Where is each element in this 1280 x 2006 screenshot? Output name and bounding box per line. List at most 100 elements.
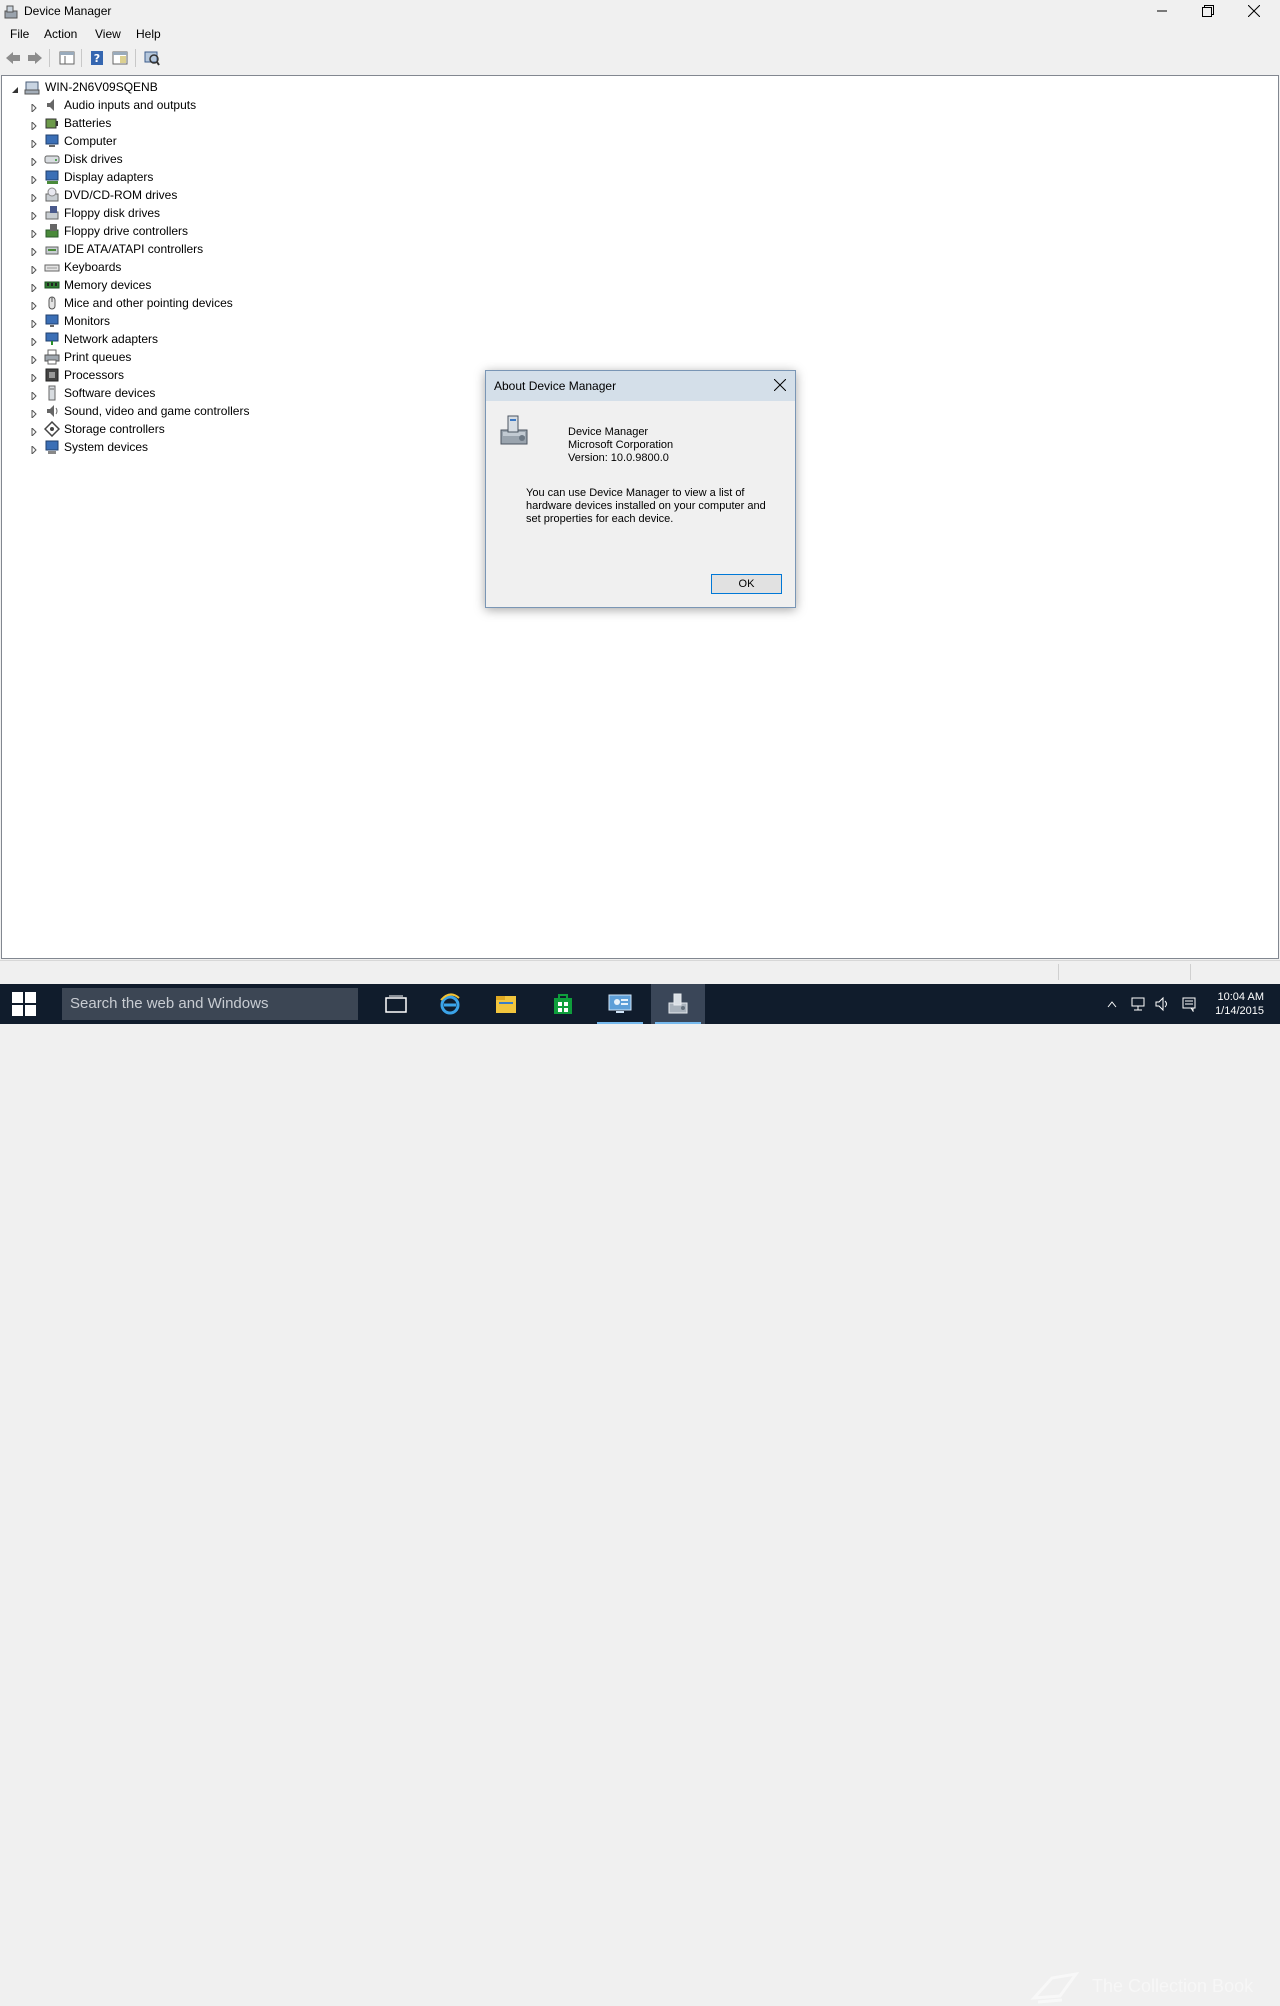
processor-icon xyxy=(44,367,60,383)
task-view-icon[interactable] xyxy=(369,984,423,1024)
svg-text:?: ? xyxy=(94,52,100,65)
expand-arrow-icon[interactable] xyxy=(30,209,38,222)
tree-item[interactable]: Disk drives xyxy=(2,150,402,168)
status-separator xyxy=(1190,964,1191,980)
network-icon[interactable] xyxy=(1130,996,1146,1012)
dvd-drive-icon xyxy=(44,187,60,203)
battery-icon xyxy=(44,115,60,131)
dialog-title: About Device Manager xyxy=(494,379,617,393)
expand-arrow-icon[interactable] xyxy=(30,263,38,276)
keyboard-icon xyxy=(44,259,60,275)
dialog-app-name: Device Manager xyxy=(568,426,649,438)
device-manager-icon xyxy=(499,414,531,448)
menu-file[interactable]: File xyxy=(8,26,31,42)
expand-arrow-icon[interactable] xyxy=(30,353,38,366)
tree-item[interactable]: Mice and other pointing devices xyxy=(2,294,402,312)
watermark: The Collection Book xyxy=(1030,1972,1253,2006)
tree-item[interactable]: Network adapters xyxy=(2,330,402,348)
properties-icon[interactable] xyxy=(58,49,76,67)
device-manager-icon[interactable] xyxy=(651,984,705,1024)
tree-item[interactable]: Computer xyxy=(2,132,402,150)
ide-controller-icon xyxy=(44,241,60,257)
start-button[interactable] xyxy=(0,984,48,1024)
tree-item[interactable]: Floppy disk drives xyxy=(2,204,402,222)
expand-arrow-icon[interactable] xyxy=(30,371,38,384)
tree-item[interactable]: Processors xyxy=(2,366,402,384)
tree-item-label: Batteries xyxy=(64,116,112,130)
tree-item[interactable]: Memory devices xyxy=(2,276,402,294)
expand-arrow-icon[interactable] xyxy=(30,155,38,168)
title-bar: Device Manager xyxy=(0,0,1280,24)
status-separator xyxy=(1058,964,1059,980)
store-icon[interactable] xyxy=(536,984,590,1024)
toolbar: ? xyxy=(0,46,1280,70)
search-input[interactable]: Search the web and Windows xyxy=(62,988,358,1020)
tree-root-node[interactable]: WIN-2N6V09SQENB xyxy=(2,78,402,96)
expand-arrow-icon[interactable] xyxy=(30,101,38,114)
disk-drive-icon xyxy=(44,151,60,167)
menu-view[interactable]: View xyxy=(93,26,123,42)
ok-button[interactable]: OK xyxy=(711,574,782,594)
clock[interactable]: 10:04 AM 1/14/2015 xyxy=(1215,990,1264,1018)
expand-arrow-icon[interactable] xyxy=(30,119,38,132)
forward-arrow-icon[interactable] xyxy=(26,49,44,67)
close-button[interactable] xyxy=(1231,0,1277,22)
expand-arrow-icon[interactable] xyxy=(30,299,38,312)
tree-item[interactable]: Floppy drive controllers xyxy=(2,222,402,240)
device-manager-app-icon xyxy=(4,5,18,19)
tree-item[interactable]: Storage controllers xyxy=(2,420,402,438)
tree-item-label: Memory devices xyxy=(64,278,152,292)
back-arrow-icon[interactable] xyxy=(4,49,22,67)
tree-item-label: Mice and other pointing devices xyxy=(64,296,233,310)
tree-item[interactable]: Software devices xyxy=(2,384,402,402)
dialog-title-bar: About Device Manager xyxy=(486,371,795,401)
scan-hardware-icon[interactable] xyxy=(143,49,161,67)
show-hide-icon[interactable] xyxy=(111,49,129,67)
expand-arrow-icon[interactable] xyxy=(30,317,38,330)
tree-item[interactable]: Keyboards xyxy=(2,258,402,276)
action-center-icon[interactable] xyxy=(1181,996,1197,1012)
tree-item[interactable]: Monitors xyxy=(2,312,402,330)
window-title: Device Manager xyxy=(24,4,112,18)
expand-arrow-icon[interactable] xyxy=(30,407,38,420)
tree-item[interactable]: Display adapters xyxy=(2,168,402,186)
expand-arrow-icon[interactable] xyxy=(30,281,38,294)
volume-icon[interactable] xyxy=(1154,996,1170,1012)
menu-help[interactable]: Help xyxy=(134,26,163,42)
expand-arrow-icon[interactable] xyxy=(30,137,38,150)
expand-arrow-icon[interactable] xyxy=(30,191,38,204)
system-device-icon xyxy=(44,439,60,455)
expand-arrow-icon[interactable] xyxy=(30,389,38,402)
file-explorer-icon[interactable] xyxy=(479,984,533,1024)
tree-item[interactable]: Print queues xyxy=(2,348,402,366)
close-icon xyxy=(774,379,786,391)
control-panel-icon[interactable] xyxy=(593,984,647,1024)
internet-explorer-icon[interactable] xyxy=(423,984,477,1024)
clock-date: 1/14/2015 xyxy=(1215,1005,1264,1017)
dialog-company: Microsoft Corporation xyxy=(568,439,674,451)
collapse-arrow-icon[interactable] xyxy=(11,83,19,93)
expand-arrow-icon[interactable] xyxy=(30,227,38,240)
network-adapter-icon xyxy=(44,331,60,347)
printer-icon xyxy=(44,349,60,365)
expand-arrow-icon[interactable] xyxy=(30,335,38,348)
tree-item[interactable]: Batteries xyxy=(2,114,402,132)
menu-action[interactable]: Action xyxy=(42,26,79,42)
tree-item[interactable]: IDE ATA/ATAPI controllers xyxy=(2,240,402,258)
tree-item[interactable]: DVD/CD-ROM drives xyxy=(2,186,402,204)
tree-item[interactable]: System devices xyxy=(2,438,402,456)
expand-arrow-icon[interactable] xyxy=(30,245,38,258)
expand-arrow-icon[interactable] xyxy=(30,173,38,186)
tree-item[interactable]: Sound, video and game controllers xyxy=(2,402,402,420)
show-hidden-icons-icon[interactable] xyxy=(1104,996,1120,1012)
tree-item[interactable]: Audio inputs and outputs xyxy=(2,96,402,114)
restore-button[interactable] xyxy=(1185,0,1231,22)
expand-arrow-icon[interactable] xyxy=(30,443,38,456)
help-icon[interactable]: ? xyxy=(88,49,106,67)
mouse-icon xyxy=(44,295,60,311)
memory-icon xyxy=(44,277,60,293)
tree-item-label: Keyboards xyxy=(64,260,122,274)
dialog-close-button[interactable] xyxy=(767,373,793,397)
expand-arrow-icon[interactable] xyxy=(30,425,38,438)
minimize-button[interactable] xyxy=(1139,0,1185,22)
